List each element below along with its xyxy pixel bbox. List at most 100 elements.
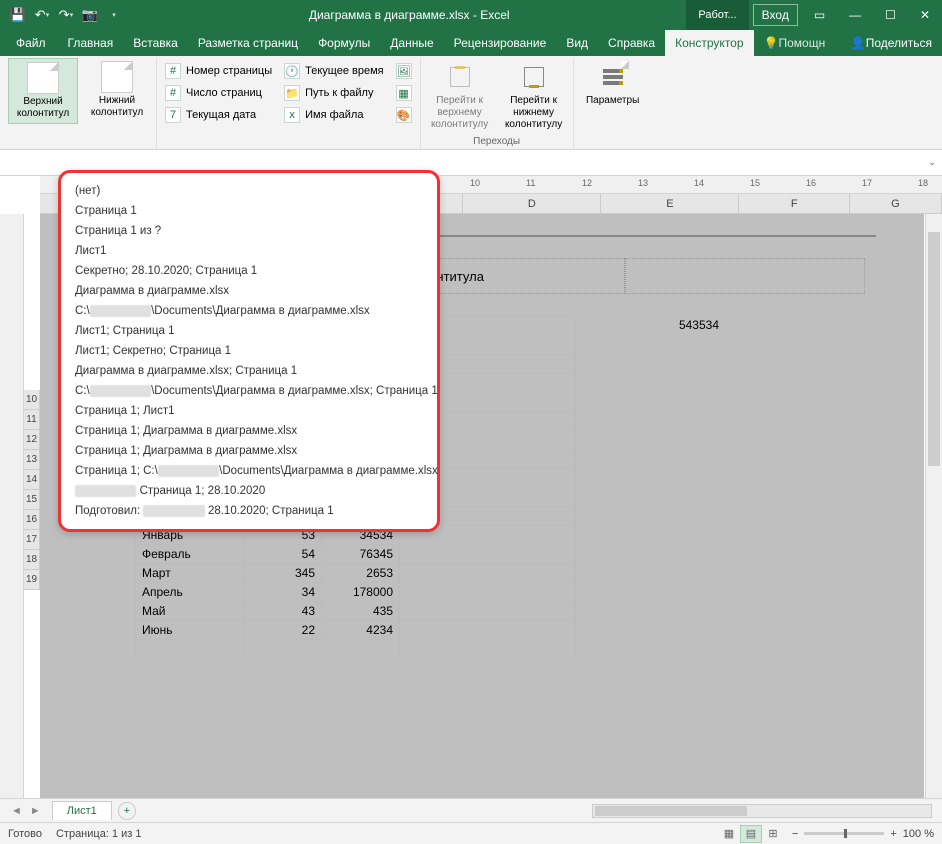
undo-icon[interactable]: ↶▾ (34, 7, 50, 23)
folder-icon: 📁 (284, 85, 300, 101)
tab-home[interactable]: Главная (58, 30, 124, 56)
tab-file[interactable]: Файл (6, 30, 56, 56)
minimize-icon[interactable]: — (837, 0, 873, 30)
row-header[interactable]: 14 (24, 470, 40, 490)
current-date-button[interactable]: 7Текущая дата (161, 104, 276, 126)
page-layout-view-icon[interactable]: ▤ (740, 825, 762, 843)
work-indicator[interactable]: Работ... (686, 0, 748, 30)
dropdown-item[interactable]: C:\XXXXXXXX\Documents\Диаграмма в диагра… (61, 301, 437, 321)
dropdown-item[interactable]: Подготовил: XXXXXXXX 28.10.2020; Страниц… (61, 501, 437, 521)
row-header[interactable]: 18 (24, 550, 40, 570)
table-row[interactable]: Февраль5476345 (136, 545, 576, 564)
file-name-label: Имя файла (305, 109, 363, 121)
zoom-slider[interactable] (804, 832, 884, 835)
current-time-button[interactable]: 🕐Текущее время (280, 60, 387, 82)
status-bar: Готово Страница: 1 из 1 ▦ ▤ ⊞ − + 100 % (0, 822, 942, 844)
col-header[interactable]: F (739, 194, 849, 213)
sheet-name-button[interactable]: ▦ (392, 82, 416, 104)
format-picture-button[interactable]: 🎨 (392, 104, 416, 126)
table-row[interactable]: Июнь224234 (136, 621, 576, 640)
qat-customize-icon[interactable]: ▾ (106, 7, 122, 23)
dropdown-item[interactable]: Страница 1; Лист1 (61, 401, 437, 421)
tell-me[interactable]: 💡 Помощн (754, 30, 836, 56)
current-date-label: Текущая дата (186, 109, 256, 121)
file-name-button[interactable]: xИмя файла (280, 104, 387, 126)
share-button[interactable]: 👤 Поделиться (841, 30, 942, 56)
row-header[interactable]: 10 (24, 390, 40, 410)
table-row[interactable]: Май43435 (136, 602, 576, 621)
page-break-view-icon[interactable]: ⊞ (762, 825, 784, 843)
footer-button[interactable]: Нижний колонтитул (82, 58, 152, 122)
sheet-nav-next-icon[interactable]: ► (27, 805, 44, 817)
tab-help[interactable]: Справка (598, 30, 665, 56)
sheet-tab[interactable]: Лист1 (52, 801, 112, 820)
table-row[interactable]: Март3452653 (136, 564, 576, 583)
tab-insert[interactable]: Вставка (123, 30, 188, 56)
dropdown-item[interactable]: Страница 1 (61, 201, 437, 221)
picture-button[interactable]: 🖼 (392, 60, 416, 82)
page-count-label: Число страниц (186, 87, 262, 99)
dropdown-item[interactable]: Страница 1; Диаграмма в диаграмме.xlsx (61, 441, 437, 461)
dropdown-item[interactable]: Страница 1; Диаграмма в диаграмме.xlsx (61, 421, 437, 441)
file-path-button[interactable]: 📁Путь к файлу (280, 82, 387, 104)
tab-layout[interactable]: Разметка страниц (188, 30, 308, 56)
dropdown-item[interactable]: Секретно; 28.10.2020; Страница 1 (61, 261, 437, 281)
tab-design[interactable]: Конструктор (665, 30, 753, 56)
ribbon-display-icon[interactable]: ▭ (802, 0, 837, 30)
vertical-scrollbar[interactable] (925, 214, 942, 798)
horizontal-scrollbar[interactable] (592, 804, 932, 818)
dropdown-item[interactable]: Диаграмма в диаграмме.xlsx; Страница 1 (61, 361, 437, 381)
table-row[interactable] (136, 640, 576, 658)
zoom-in-icon[interactable]: + (890, 828, 896, 840)
dropdown-item[interactable]: Страница 1; C:\XXXXXXXX\Documents\Диагра… (61, 461, 437, 481)
sheet-tabs: ◄ ► Лист1 + (0, 798, 942, 822)
row-header[interactable]: 12 (24, 430, 40, 450)
sheet-nav-prev-icon[interactable]: ◄ (8, 805, 25, 817)
ribbon-tabs: Файл Главная Вставка Разметка страниц Фо… (0, 30, 942, 56)
tab-data[interactable]: Данные (380, 30, 443, 56)
col-header[interactable]: E (601, 194, 739, 213)
tab-formulas[interactable]: Формулы (308, 30, 380, 56)
dropdown-item[interactable]: Лист1; Страница 1 (61, 321, 437, 341)
zoom-out-icon[interactable]: − (792, 828, 798, 840)
row-header[interactable]: 11 (24, 410, 40, 430)
camera-icon[interactable]: 📷 (82, 7, 98, 23)
zoom-value: 100 % (903, 828, 934, 840)
row-header[interactable]: 17 (24, 530, 40, 550)
dropdown-item[interactable]: XXXXXXXX Страница 1; 28.10.2020 (61, 481, 437, 501)
tab-review[interactable]: Рецензирование (444, 30, 557, 56)
header-right[interactable] (625, 258, 865, 294)
row-header[interactable]: 15 (24, 490, 40, 510)
goto-footer-button[interactable]: Перейти к нижнему колонтитулу (499, 58, 569, 134)
fbar-expand-icon[interactable]: ⌄ (928, 157, 936, 168)
col-header[interactable]: D (463, 194, 601, 213)
page-count-button[interactable]: #Число страниц (161, 82, 276, 104)
options-button[interactable]: Параметры (578, 58, 648, 110)
dropdown-item[interactable]: (нет) (61, 181, 437, 201)
row-header[interactable]: 13 (24, 450, 40, 470)
dropdown-item[interactable]: C:\XXXXXXXX\Documents\Диаграмма в диагра… (61, 381, 437, 401)
table-row[interactable]: Апрель34178000 (136, 583, 576, 602)
group-label-nav: Переходы (473, 134, 520, 149)
redo-icon[interactable]: ↷▾ (58, 7, 74, 23)
add-sheet-button[interactable]: + (118, 802, 136, 820)
save-icon[interactable]: 💾 (10, 7, 26, 23)
header-button-label: Верхний колонтитул (11, 96, 75, 120)
login-button[interactable]: Вход (753, 4, 798, 26)
normal-view-icon[interactable]: ▦ (718, 825, 740, 843)
page-number-button[interactable]: #Номер страницы (161, 60, 276, 82)
row-header[interactable]: 19 (24, 570, 40, 590)
dropdown-item[interactable]: Лист1 (61, 241, 437, 261)
close-icon[interactable]: ✕ (908, 0, 942, 30)
dropdown-item[interactable]: Страница 1 из ? (61, 221, 437, 241)
header-button[interactable]: Верхний колонтитул (8, 58, 78, 124)
row-header[interactable]: 16 (24, 510, 40, 530)
tab-view[interactable]: Вид (556, 30, 598, 56)
dropdown-item[interactable]: Лист1; Секретно; Страница 1 (61, 341, 437, 361)
maximize-icon[interactable]: ☐ (873, 0, 908, 30)
hash-icon: # (165, 63, 181, 79)
sheet-icon: ▦ (396, 85, 412, 101)
extra-cell[interactable]: 543534 (555, 316, 725, 334)
dropdown-item[interactable]: Диаграмма в диаграмме.xlsx (61, 281, 437, 301)
col-header[interactable]: G (850, 194, 942, 213)
